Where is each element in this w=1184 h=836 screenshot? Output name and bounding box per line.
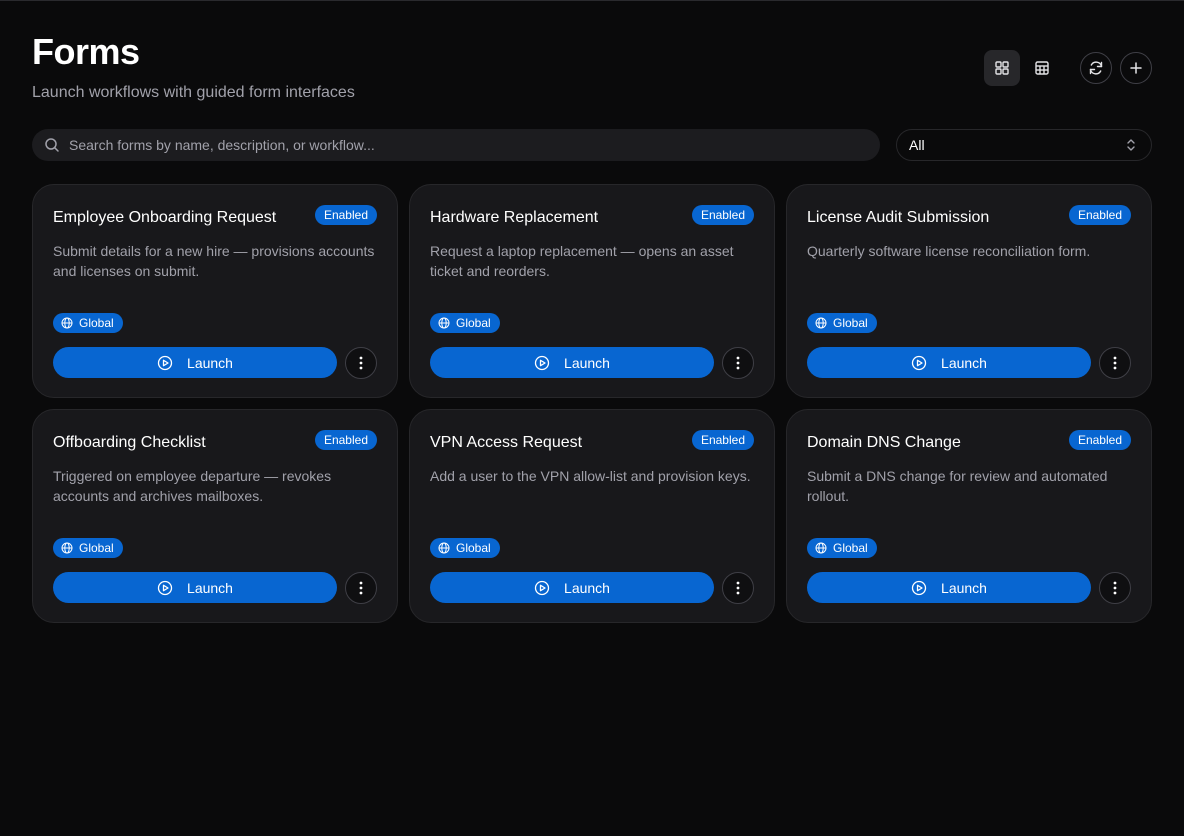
form-title: License Audit Submission [807,209,990,226]
more-vertical-icon [736,581,740,595]
refresh-icon [1089,61,1103,75]
form-card: VPN Access Request Enabled Add a user to… [409,409,775,623]
launch-label: Launch [187,579,233,596]
more-options-button[interactable] [345,572,377,604]
search-icon [45,138,59,152]
form-card: Offboarding Checklist Enabled Triggered … [32,409,398,623]
status-badge: Enabled [314,205,377,225]
form-description: Triggered on employee departure — revoke… [53,468,332,504]
form-description: Submit details for a new hire — provisio… [53,243,375,279]
more-options-button[interactable] [1099,572,1131,604]
form-card: License Audit Submission Enabled Quarter… [786,184,1152,398]
grid-icon [995,61,1009,75]
toolbar [984,50,1152,86]
chevron-up-down-icon [1127,139,1135,151]
play-circle-icon [911,580,927,595]
more-vertical-icon [359,356,363,370]
plus-icon [1130,62,1142,74]
globe-icon [61,542,73,554]
launch-label: Launch [187,354,233,371]
launch-button[interactable]: Launch [53,347,337,378]
launch-label: Launch [941,354,987,371]
globe-icon [438,317,450,329]
form-title: Employee Onboarding Request [53,209,277,226]
scope-label: Global [456,316,491,330]
scope-badge: Global [53,538,123,558]
globe-icon [815,317,827,329]
page-subtitle: Launch workflows with guided form interf… [32,84,355,101]
grid-view-button[interactable] [984,50,1020,86]
globe-icon [815,542,827,554]
launch-button[interactable]: Launch [807,572,1091,603]
form-description: Quarterly software license reconciliatio… [807,243,1091,259]
table-view-button[interactable] [1024,50,1060,86]
launch-button[interactable]: Launch [430,572,714,603]
more-vertical-icon [359,581,363,595]
form-title: Offboarding Checklist [53,434,206,451]
more-vertical-icon [736,356,740,370]
launch-label: Launch [564,579,610,596]
form-description: Add a user to the VPN allow-list and pro… [430,468,751,484]
scope-label: Global [833,541,868,555]
table-icon [1035,61,1049,75]
scope-badge: Global [430,538,500,558]
search-input[interactable] [69,137,880,153]
form-card: Domain DNS Change Enabled Submit a DNS c… [786,409,1152,623]
more-options-button[interactable] [722,347,754,379]
more-options-button[interactable] [722,572,754,604]
form-card: Employee Onboarding Request Enabled Subm… [32,184,398,398]
launch-button[interactable]: Launch [53,572,337,603]
launch-button[interactable]: Launch [807,347,1091,378]
scope-badge: Global [53,313,123,333]
scope-badge: Global [807,313,877,333]
scope-label: Global [79,316,114,330]
form-description: Submit a DNS change for review and autom… [807,468,1108,504]
more-vertical-icon [1113,581,1117,595]
launch-button[interactable]: Launch [430,347,714,378]
launch-label: Launch [564,354,610,371]
form-title: Hardware Replacement [430,209,599,226]
search-bar [32,129,880,161]
view-toggle [984,50,1060,86]
status-badge: Enabled [1068,205,1131,225]
forms-grid: Employee Onboarding Request Enabled Subm… [32,184,1152,623]
form-description: Request a laptop replacement — opens an … [430,243,734,279]
top-divider [0,0,1184,1]
scope-label: Global [833,316,868,330]
play-circle-icon [534,580,550,595]
add-form-button[interactable] [1120,52,1152,84]
play-circle-icon [534,355,550,370]
status-badge: Enabled [1068,430,1131,450]
status-badge: Enabled [314,430,377,450]
filter-select[interactable]: All [896,129,1152,161]
more-options-button[interactable] [1099,347,1131,379]
form-card: Hardware Replacement Enabled Request a l… [409,184,775,398]
scope-label: Global [456,541,491,555]
more-vertical-icon [1113,356,1117,370]
globe-icon [61,317,73,329]
play-circle-icon [911,355,927,370]
scope-label: Global [79,541,114,555]
form-title: VPN Access Request [430,434,583,451]
more-options-button[interactable] [345,347,377,379]
scope-badge: Global [807,538,877,558]
filter-selected-value: All [909,137,925,153]
page-title: Forms [32,31,140,72]
play-circle-icon [157,355,173,370]
status-badge: Enabled [691,430,754,450]
play-circle-icon [157,580,173,595]
scope-badge: Global [430,313,500,333]
globe-icon [438,542,450,554]
refresh-button[interactable] [1080,52,1112,84]
status-badge: Enabled [691,205,754,225]
launch-label: Launch [941,579,987,596]
form-title: Domain DNS Change [807,434,961,451]
